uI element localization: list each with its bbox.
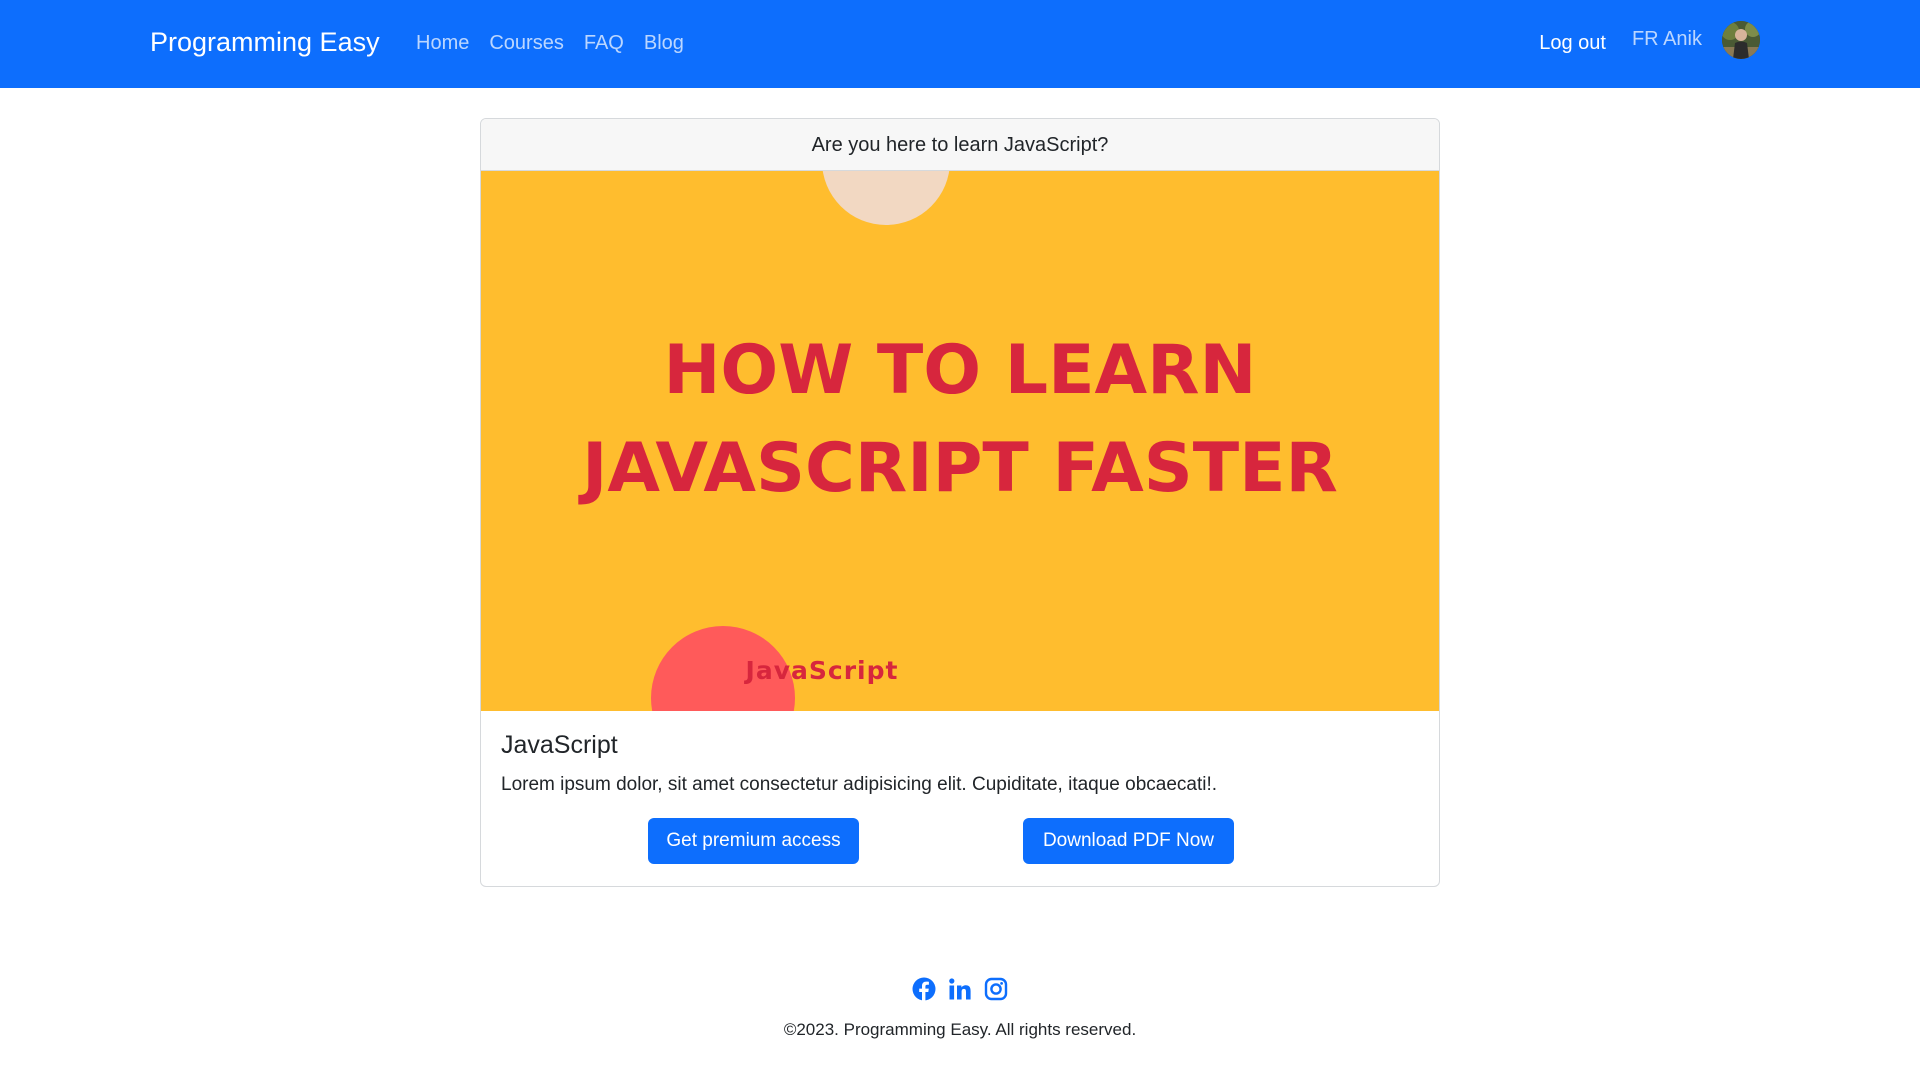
nav-link-blog[interactable]: Blog xyxy=(644,32,684,55)
card-actions: Get premium access Download PDF Now xyxy=(501,818,1419,866)
social-links xyxy=(0,976,1920,1002)
download-pdf-button[interactable]: Download PDF Now xyxy=(1023,818,1234,864)
instagram-icon[interactable] xyxy=(984,976,1008,1002)
get-premium-button[interactable]: Get premium access xyxy=(648,818,859,864)
card-title: JavaScript xyxy=(501,731,618,759)
avatar-image xyxy=(1722,21,1760,59)
logout-link[interactable]: Log out xyxy=(1539,26,1606,55)
nav-link-home[interactable]: Home xyxy=(416,32,469,55)
avatar[interactable] xyxy=(1722,21,1760,59)
user-area: Log out FR Anik xyxy=(1539,20,1760,60)
facebook-icon[interactable] xyxy=(912,976,936,1002)
course-card: Are you here to learn JavaScript? HOW TO… xyxy=(480,118,1440,887)
banner-tag: JavaScript xyxy=(744,656,899,685)
course-banner: HOW TO LEARN JAVASCRIPT FASTER JavaScrip… xyxy=(481,171,1439,711)
banner-illustration: HOW TO LEARN JAVASCRIPT FASTER JavaScrip… xyxy=(481,171,1439,711)
navbar: Programming Easy Home Courses FAQ Blog L… xyxy=(0,0,1920,88)
banner-headline-line1: HOW TO LEARN xyxy=(664,331,1257,410)
card-header: Are you here to learn JavaScript? xyxy=(481,119,1439,171)
card-text: Lorem ipsum dolor, sit amet consectetur … xyxy=(501,774,1218,795)
nav-link-courses[interactable]: Courses xyxy=(489,32,563,55)
nav-links: Home Courses FAQ Blog xyxy=(416,32,684,55)
brand-link[interactable]: Programming Easy xyxy=(150,27,380,58)
copyright-text: ©2023. Programming Easy. All rights rese… xyxy=(783,1020,1137,1039)
banner-headline-line2: JAVASCRIPT FASTER xyxy=(578,429,1338,508)
nav-link-faq[interactable]: FAQ xyxy=(584,32,624,55)
linkedin-icon[interactable] xyxy=(948,976,972,1002)
user-name: FR Anik xyxy=(1631,27,1702,50)
card-body: JavaScript Lorem ipsum dolor, sit amet c… xyxy=(481,711,1439,866)
